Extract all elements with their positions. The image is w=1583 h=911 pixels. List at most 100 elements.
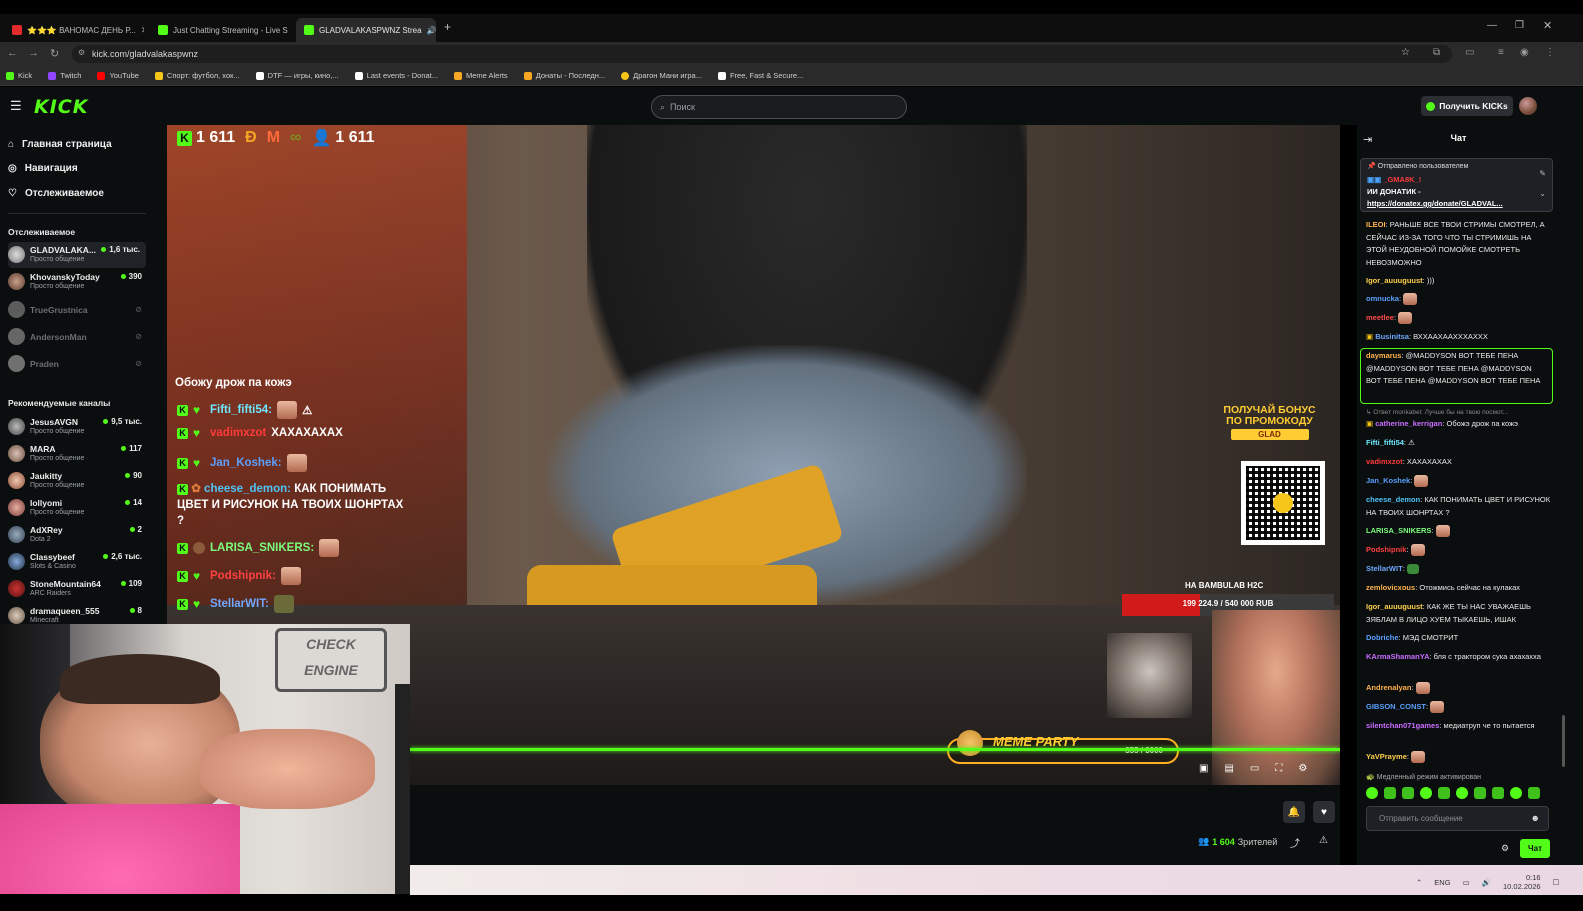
url-input[interactable]: ⚙ kick.com/gladvalakaspwnz ☆ <box>72 45 1452 63</box>
bookmark-item[interactable]: Kick <box>6 71 32 80</box>
scrollbar-thumb[interactable] <box>1562 715 1565 767</box>
tray-chevron-icon[interactable]: ⌃ <box>1416 878 1422 887</box>
get-kicks-button[interactable]: Получить KICKs <box>1421 96 1513 116</box>
chat-user[interactable]: catherine_kerrigan <box>1375 419 1442 428</box>
chat-user[interactable]: Andrenalyan <box>1366 683 1411 692</box>
bookmark-item[interactable]: Донаты - Последн... <box>523 71 605 80</box>
chat-user[interactable]: cheese_demon <box>1366 495 1420 504</box>
emote-icon[interactable] <box>1420 787 1432 799</box>
browser-tab-2[interactable]: Just Chatting Streaming - Live S ✕ <box>150 18 290 42</box>
chat-user[interactable]: LARISA_SNIKERS <box>1366 526 1431 535</box>
recommended-channel[interactable]: JesusAVGN Просто общение 9,5 тыс. <box>8 414 148 440</box>
chat-user[interactable]: GIBSON_CONST <box>1366 702 1426 711</box>
chevron-down-icon[interactable]: ⌄ <box>1539 189 1546 198</box>
hamburger-menu-icon[interactable]: ☰ <box>10 98 22 114</box>
chat-user[interactable]: daymarus <box>1366 351 1401 360</box>
chat-user[interactable]: YaVPrayme <box>1366 752 1407 761</box>
followed-channel[interactable]: KhovanskyToday Просто общение 390 <box>8 269 148 295</box>
language-indicator[interactable]: ENG <box>1434 878 1450 887</box>
bookmark-item[interactable]: Спорт: футбол, хок... <box>154 71 240 80</box>
settings-icon[interactable]: ⚙ <box>1298 763 1307 774</box>
bookmark-item[interactable]: Meme Alerts <box>454 71 508 80</box>
chat-user[interactable]: Fifti_fifti54 <box>1366 438 1404 447</box>
followed-channel-offline[interactable]: TrueGrustnica ⊘ <box>8 297 148 323</box>
nav-home[interactable]: ⌂ Главная страница <box>8 139 112 150</box>
browser-tab-3-active[interactable]: GLADVALAKASPWNZ Strea 🔊 ✕ <box>296 18 436 42</box>
chat-user[interactable]: silentchan071games <box>1366 721 1439 730</box>
minimize-icon[interactable]: — <box>1487 20 1497 31</box>
followed-channel[interactable]: GLADVALAKA... Просто общение 1,6 тыс. <box>8 242 146 268</box>
browser-tab-1[interactable]: ⭐⭐⭐ ВАНОМАС ДЕНЬ Р... ✕ <box>4 18 144 42</box>
emote-icon[interactable] <box>1456 787 1468 799</box>
bookmark-item[interactable]: Драгон Мани игра... <box>621 71 702 80</box>
search-input[interactable]: ⌕ Поиск <box>651 95 907 119</box>
bookmark-item[interactable]: Free, Fast & Secure... <box>717 71 803 80</box>
chat-user[interactable]: Podshipnik <box>1366 545 1406 554</box>
reload-icon[interactable]: ↻ <box>50 47 59 60</box>
emote-icon[interactable] <box>1438 787 1450 799</box>
share-icon[interactable]: ⤴ <box>1290 835 1300 850</box>
bookmark-item[interactable]: DTF — игры, кино,... <box>255 71 339 80</box>
recommended-channel[interactable]: MARA Просто общение 117 <box>8 441 148 467</box>
emote-icon[interactable] <box>1366 787 1378 799</box>
new-tab-button[interactable]: + <box>444 20 451 34</box>
back-icon[interactable]: ← <box>7 47 18 59</box>
recommended-channel[interactable]: lollyomi Просто общение 14 <box>8 495 148 521</box>
volume-icon[interactable]: 🔊 <box>1482 878 1491 887</box>
chat-user[interactable]: ILEOI <box>1366 220 1386 229</box>
emote-icon[interactable] <box>1510 787 1522 799</box>
chat-user[interactable]: vadimxzot <box>1366 457 1403 466</box>
audio-icon[interactable]: 🔊 <box>427 26 436 35</box>
chat-input[interactable]: Отправить сообщение ☻ <box>1366 806 1549 831</box>
emote-icon[interactable] <box>1474 787 1486 799</box>
close-window-icon[interactable]: ✕ <box>1543 19 1552 32</box>
chat-user[interactable]: zemlovicxous <box>1366 583 1415 592</box>
chat-settings-icon[interactable]: ⚙ <box>1501 843 1509 854</box>
chat-user[interactable]: meetlee <box>1366 313 1394 322</box>
network-icon[interactable]: ▭ <box>1463 878 1470 887</box>
kick-logo[interactable]: KICK <box>34 96 88 118</box>
chat-send-button[interactable]: Чат <box>1520 839 1550 858</box>
emote-icon[interactable] <box>1528 787 1540 799</box>
chat-user[interactable]: Igor_auuuguust <box>1366 276 1423 285</box>
fullscreen-icon[interactable]: ⛶ <box>1275 763 1282 774</box>
nav-browse[interactable]: ◎ Навигация <box>8 163 78 174</box>
pinned-link[interactable]: https://donatex.gg/donate/GLADVAL... <box>1367 199 1503 208</box>
pip-icon[interactable]: ▣ <box>1199 763 1208 774</box>
extensions-icon[interactable]: ⧉ <box>1433 47 1440 58</box>
followed-channel-offline[interactable]: AndersonMan ⊘ <box>8 324 148 350</box>
recommended-channel[interactable]: Classybeef Slots & Casino 2,6 тыс. <box>8 549 148 575</box>
chat-user[interactable]: KArmaShamanYA <box>1366 652 1430 661</box>
chat-user[interactable]: Igor_auuuguust <box>1366 602 1423 611</box>
recommended-channel[interactable]: Jaukitty Просто общение 90 <box>8 468 148 494</box>
bookmark-item[interactable]: YouTube <box>97 71 139 80</box>
emote-icon[interactable] <box>1492 787 1504 799</box>
recommended-channel[interactable]: AdXRey Dota 2 2 <box>8 522 148 548</box>
browser-menu-icon[interactable]: ⋮ <box>1545 47 1555 58</box>
split-view-icon[interactable]: ▭ <box>1465 47 1474 58</box>
notification-bell-icon[interactable]: 🔔 <box>1283 801 1305 823</box>
report-icon[interactable]: ⚠ <box>1319 835 1328 846</box>
pinned-message[interactable]: 📌 Отправлено пользователем ✎ ▣▣ _GMA8K_!… <box>1360 158 1553 212</box>
user-avatar[interactable] <box>1519 97 1537 115</box>
site-info-icon[interactable]: ⚙ <box>78 48 85 57</box>
chat-user[interactable]: omnucka <box>1366 294 1399 303</box>
emote-icon[interactable] <box>1402 787 1414 799</box>
restore-icon[interactable]: ❐ <box>1515 20 1524 31</box>
nav-following[interactable]: ♡ Отслеживаемое <box>8 188 104 199</box>
followed-channel-offline[interactable]: Praden ⊘ <box>8 351 148 377</box>
notifications-icon[interactable]: ☐ <box>1553 878 1560 887</box>
chat-user[interactable]: Jan_Koshek <box>1366 476 1410 485</box>
bookmark-star-icon[interactable]: ☆ <box>1401 47 1410 58</box>
chat-user[interactable]: Businitsa <box>1375 332 1409 341</box>
emote-icon[interactable] <box>1384 787 1396 799</box>
bookmark-item[interactable]: Twitch <box>48 71 81 80</box>
theater-icon[interactable]: ▭ <box>1250 763 1259 774</box>
bookmark-item[interactable]: Last events - Donat... <box>354 71 438 80</box>
page-scrollbar[interactable] <box>1560 125 1583 865</box>
chat-user[interactable]: Dobriche <box>1366 633 1399 642</box>
recommended-channel[interactable]: StoneMountain64 ARC Raiders 109 <box>8 576 148 602</box>
forward-icon[interactable]: → <box>28 47 39 59</box>
pin-icon[interactable]: ✎ <box>1539 169 1546 178</box>
chat-user[interactable]: StellarWIT <box>1366 564 1403 573</box>
